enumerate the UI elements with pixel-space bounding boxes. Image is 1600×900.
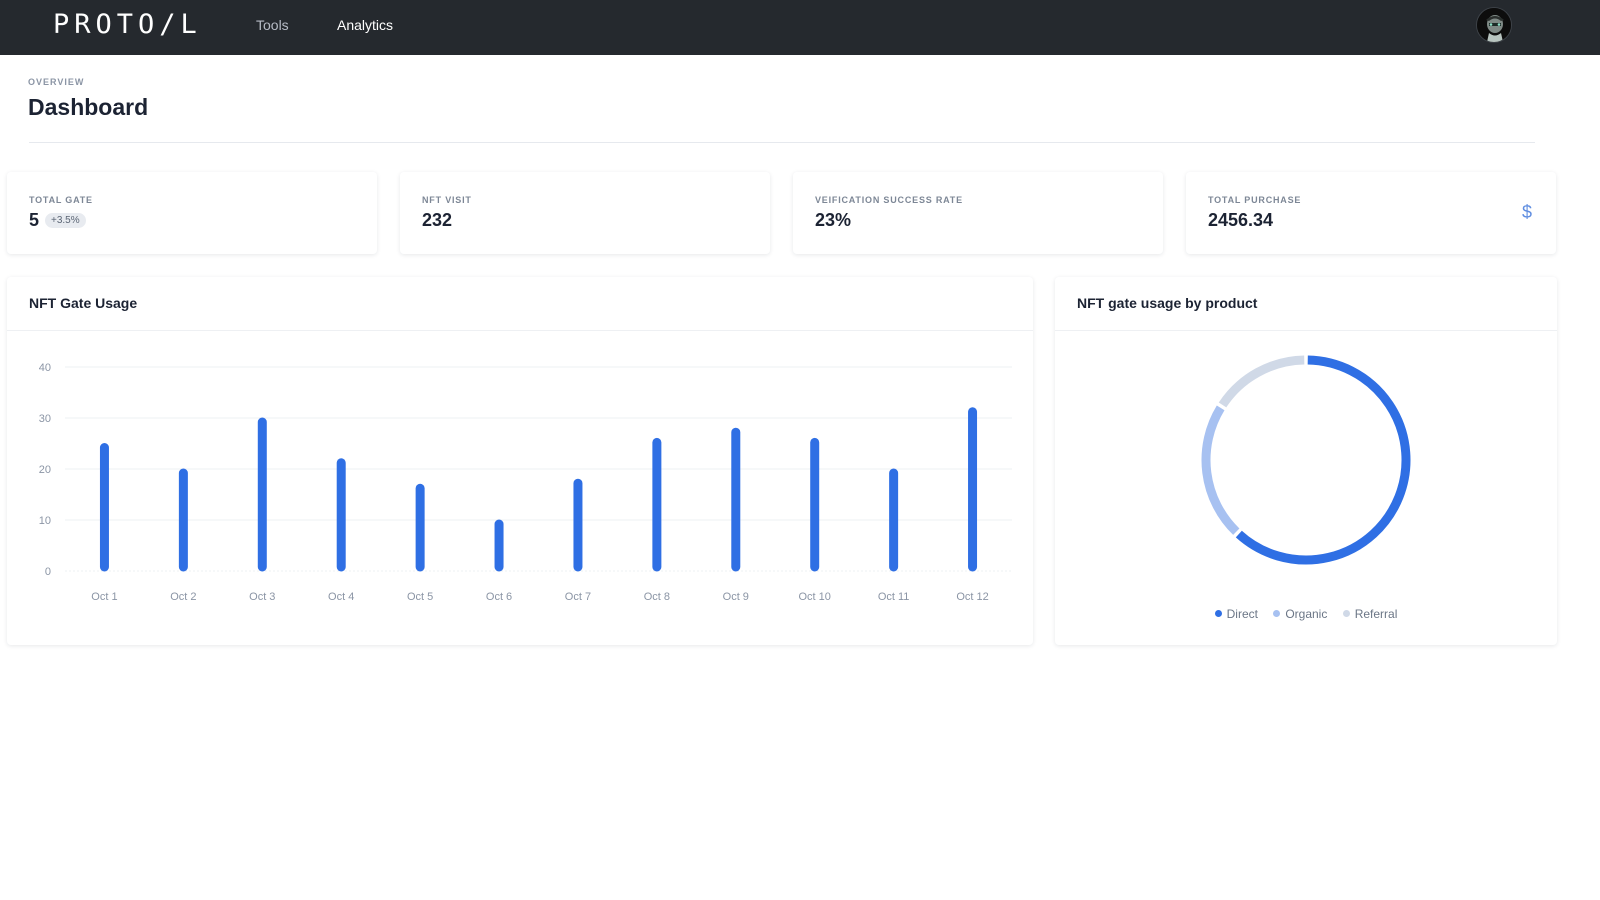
stat-value: 2456.34 (1208, 210, 1274, 230)
stat-card-nft-visit: NFT VISIT 232 (400, 172, 770, 254)
legend-label: Organic (1285, 607, 1328, 621)
nav-analytics[interactable]: Analytics (337, 17, 393, 33)
x-tick-label: Oct 6 (486, 591, 512, 603)
page-title: Dashboard (28, 94, 149, 120)
stat-change-badge: +3.5% (45, 213, 86, 228)
header-divider (29, 142, 1535, 143)
donut-slice-organic[interactable] (1201, 405, 1240, 535)
y-tick-label: 0 (45, 566, 51, 578)
x-tick-label: Oct 1 (91, 591, 117, 603)
stat-value: 23% (815, 210, 852, 230)
x-tick-label: Oct 12 (956, 591, 988, 603)
stat-card-total-gate: TOTAL GATE 5 +3.5% (7, 172, 377, 254)
donut-slice-referral[interactable] (1218, 355, 1305, 408)
user-avatar[interactable] (1476, 7, 1512, 43)
dollar-icon: $ (1521, 202, 1532, 222)
donut-legend: Direct Organic Referral (1055, 607, 1557, 621)
legend-label: Referral (1354, 607, 1398, 621)
stat-label: NFT VISIT (422, 195, 472, 205)
stat-label: TOTAL GATE (29, 195, 93, 205)
stat-label: TOTAL PURCHASE (1208, 195, 1302, 205)
nav-tools[interactable]: Tools (256, 17, 289, 33)
product-usage-panel: NFT gate usage by product Direct Organic… (1055, 277, 1557, 645)
y-tick-label: 20 (39, 464, 51, 476)
y-tick-label: 10 (39, 515, 51, 527)
x-tick-label: Oct 8 (644, 591, 670, 603)
stat-card-verification-rate: VEIFICATION SUCCESS RATE 23% (793, 172, 1163, 254)
x-tick-label: Oct 7 (565, 591, 591, 603)
legend-dot-referral (1342, 610, 1350, 617)
y-tick-label: 30 (39, 413, 51, 425)
legend-item-direct[interactable]: Direct (1214, 607, 1258, 621)
legend-item-referral[interactable]: Referral (1342, 607, 1398, 621)
y-tick-label: 40 (39, 362, 51, 374)
x-tick-label: Oct 10 (799, 591, 831, 603)
x-tick-label: Oct 5 (407, 591, 433, 603)
x-tick-label: Oct 3 (249, 591, 275, 603)
legend-dot-direct (1214, 610, 1222, 617)
donut-slice-direct[interactable] (1235, 355, 1411, 565)
x-tick-label: Oct 4 (328, 591, 354, 603)
avatar-image-icon (1477, 8, 1511, 42)
page-overline: OVERVIEW (28, 77, 85, 87)
top-navbar: PROTO/L Tools Analytics (0, 0, 1600, 55)
x-tick-label: Oct 2 (170, 591, 196, 603)
stat-label: VEIFICATION SUCCESS RATE (815, 195, 963, 205)
legend-label: Direct (1226, 607, 1258, 621)
stat-card-total-purchase: TOTAL PURCHASE 2456.34 $ (1186, 172, 1556, 254)
stat-value: 5 (29, 210, 40, 230)
x-tick-label: Oct 11 (878, 591, 910, 603)
legend-dot-organic (1273, 610, 1281, 617)
x-tick-label: Oct 9 (723, 591, 749, 603)
legend-item-organic[interactable]: Organic (1273, 607, 1327, 621)
stat-value: 232 (422, 210, 453, 230)
donut-chart (1201, 355, 1411, 565)
app-logo[interactable]: PROTO/L (53, 10, 202, 40)
nft-gate-usage-panel: NFT Gate Usage 0 10 20 30 40 Oct 1 Oct 2 Oct 3O… (7, 277, 1033, 645)
bar-chart: 0 10 20 30 40 Oct 1 Oct 2 Oct 3 Oct 4 Oct 5 Oct 6 O… (39, 362, 1012, 603)
